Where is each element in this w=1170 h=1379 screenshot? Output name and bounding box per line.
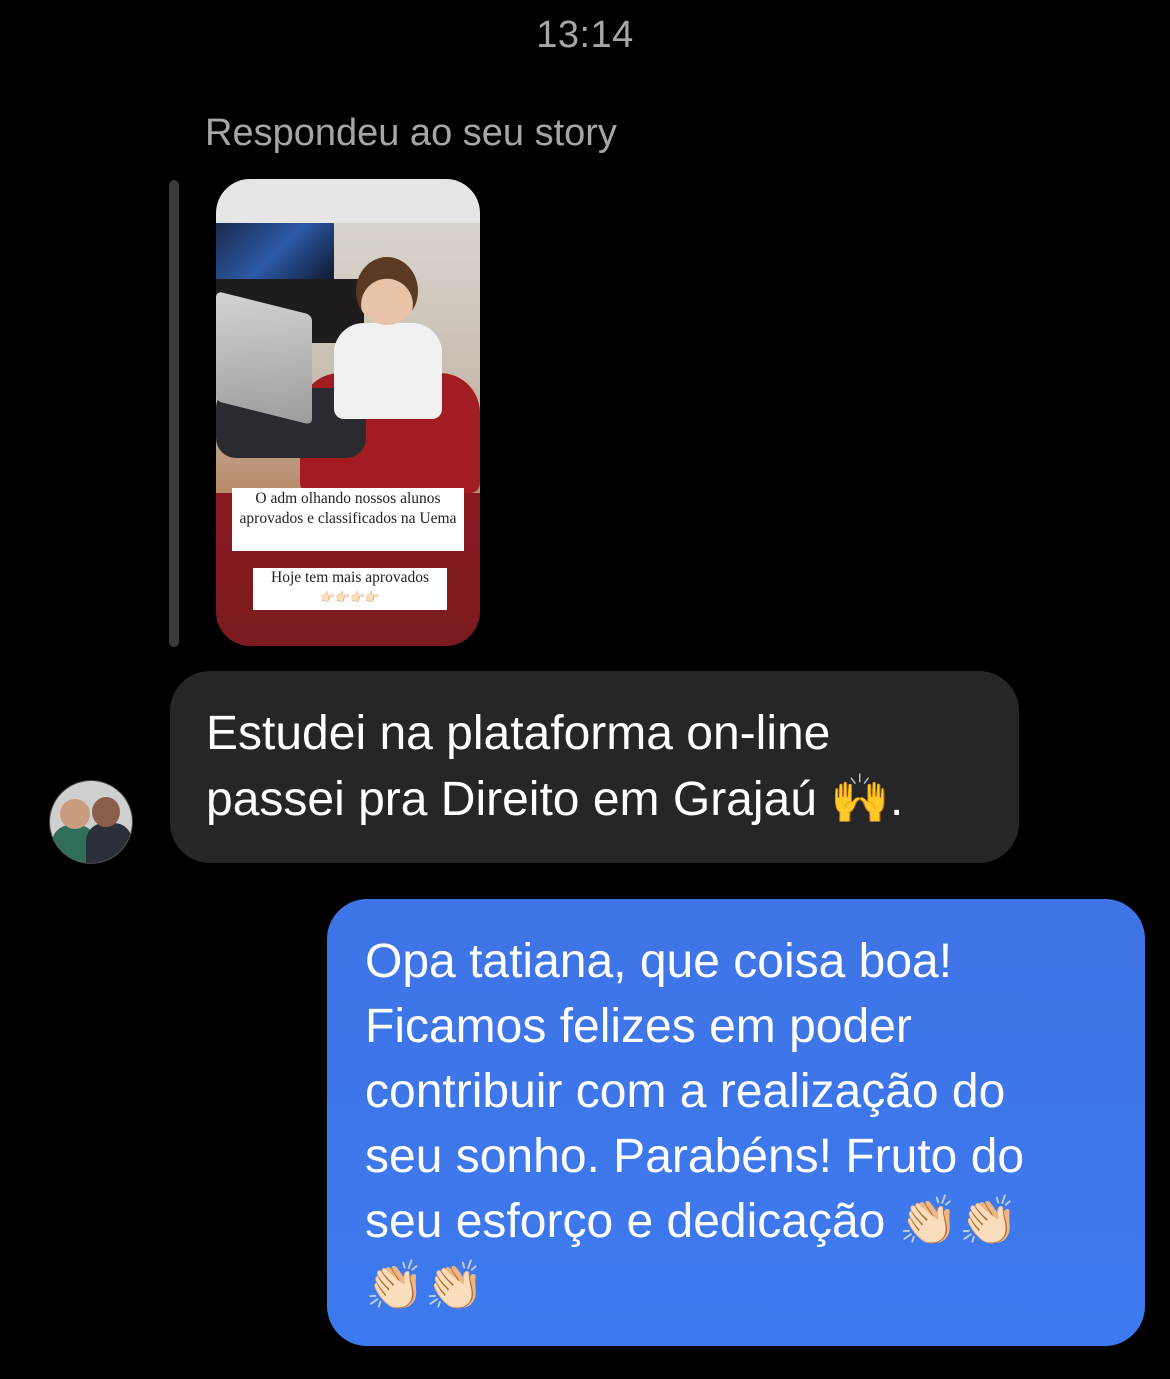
story-thumbnail[interactable]: O adm olhando nossos alunos aprovados e … (216, 179, 480, 646)
story-caption-secondary-text: Hoje tem mais aprovados (271, 569, 429, 586)
pointing-hands-emoji: 👉🏻👉🏻👉🏻👉🏻 (320, 590, 380, 604)
reply-indicator-bar (169, 180, 179, 647)
avatar-figure-right-head (92, 797, 120, 827)
incoming-message-bubble[interactable]: Estudei na plataforma on-line passei pra… (170, 671, 1019, 863)
avatar-figure-left-head (60, 799, 90, 829)
story-reply-label: Respondeu ao seu story (205, 112, 617, 154)
message-timestamp: 13:14 (536, 14, 634, 56)
incoming-message-text: Estudei na plataforma on-line passei pra… (206, 707, 904, 826)
story-caption-main: O adm olhando nossos alunos aprovados e … (232, 488, 464, 551)
story-caption-secondary: Hoje tem mais aprovados 👉🏻👉🏻👉🏻👉🏻 (253, 568, 447, 610)
child-head-shape (356, 257, 418, 325)
story-photo (216, 223, 480, 493)
outgoing-message-bubble[interactable]: Opa tatiana, que coisa boa! Ficamos feli… (327, 899, 1145, 1346)
outgoing-message-text: Opa tatiana, que coisa boa! Ficamos feli… (365, 935, 1025, 1313)
child-body-shape (334, 323, 442, 419)
avatar-figure-right-body (86, 823, 132, 863)
sender-avatar[interactable] (49, 780, 133, 864)
